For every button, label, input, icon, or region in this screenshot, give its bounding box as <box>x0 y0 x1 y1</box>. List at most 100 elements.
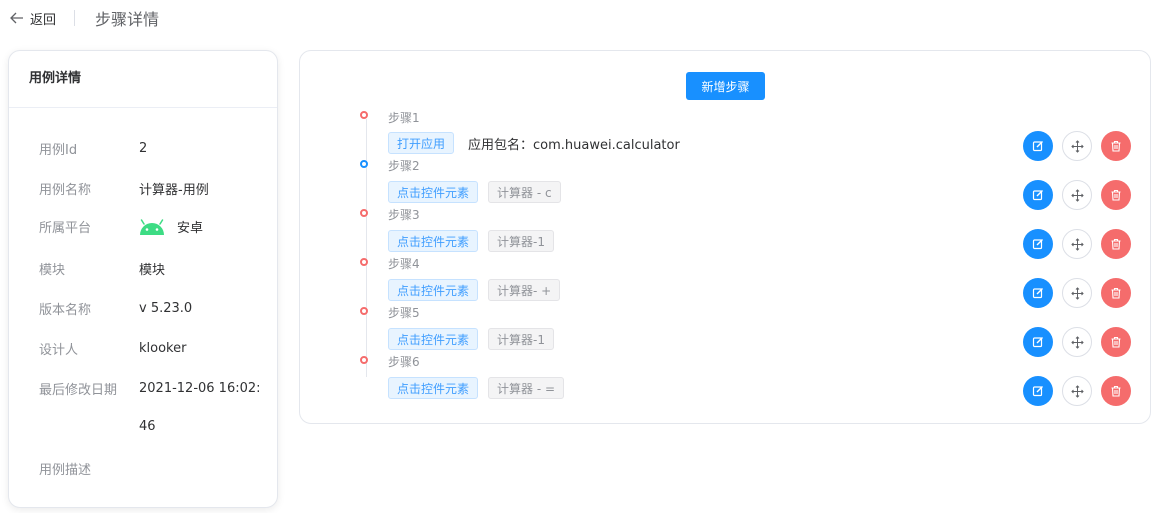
back-button[interactable]: 返回 <box>10 9 56 28</box>
info-label: 设计人 <box>39 343 79 358</box>
step-action-tag: 点击控件元素 <box>388 328 479 350</box>
info-label: 版本名称 <box>39 303 92 318</box>
info-row-module: 模块 模块 <box>39 259 165 278</box>
info-row-modified-cont: 46 <box>39 419 156 434</box>
step-target-tag: 计算器 - = <box>488 377 565 399</box>
case-info-title: 用例详情 <box>9 51 277 108</box>
edit-button[interactable] <box>1023 131 1053 161</box>
move-icon <box>1070 188 1084 202</box>
step-title: 步骤4 <box>388 257 420 271</box>
add-step-button[interactable]: 新增步骤 <box>686 72 765 100</box>
step-target-tag: 计算器 - c <box>488 181 561 203</box>
move-icon <box>1070 237 1084 251</box>
step-actions <box>1023 180 1131 210</box>
info-label: 用例Id <box>39 143 78 158</box>
info-value-platform: 安卓 <box>139 217 203 236</box>
step-content: 打开应用 应用包名：com.huawei.calculator <box>388 132 680 154</box>
delete-icon <box>1111 238 1121 250</box>
info-row-designer: 设计人 klooker <box>39 339 186 358</box>
case-info-card: 用例详情 用例Id 2 用例名称 计算器-用例 所属平台 安卓 模块 模块 版本… <box>8 50 278 508</box>
back-label: 返回 <box>30 12 57 28</box>
move-icon <box>1070 139 1084 153</box>
edit-button[interactable] <box>1023 229 1053 259</box>
edit-button[interactable] <box>1023 327 1053 357</box>
delete-icon <box>1111 287 1121 299</box>
delete-icon <box>1111 189 1121 201</box>
info-row-id: 用例Id 2 <box>39 139 147 158</box>
timeline-dot <box>360 307 368 315</box>
timeline-dot <box>360 258 368 266</box>
move-button[interactable] <box>1062 327 1092 357</box>
edit-button[interactable] <box>1023 376 1053 406</box>
step-title: 步骤6 <box>388 355 420 369</box>
delete-button[interactable] <box>1101 278 1131 308</box>
info-row-name: 用例名称 计算器-用例 <box>39 179 209 198</box>
edit-button[interactable] <box>1023 180 1053 210</box>
step-title: 步骤3 <box>388 208 420 222</box>
timeline-dot <box>360 356 368 364</box>
info-label: 所属平台 <box>39 221 92 236</box>
step-title: 步骤5 <box>388 306 420 320</box>
info-label: 用例描述 <box>39 463 92 478</box>
step-actions <box>1023 131 1131 161</box>
step-target-text: 应用包名：com.huawei.calculator <box>468 137 680 153</box>
info-label: 用例名称 <box>39 183 92 198</box>
step-action-tag: 点击控件元素 <box>388 377 479 399</box>
step-action-tag: 点击控件元素 <box>388 230 479 252</box>
step-actions <box>1023 327 1131 357</box>
step-target-tag: 计算器- + <box>488 279 561 301</box>
step-actions <box>1023 229 1131 259</box>
info-value: 2 <box>139 141 148 156</box>
arrow-left-icon <box>10 12 23 24</box>
timeline-line <box>366 119 367 377</box>
info-row-platform: 所属平台 安卓 <box>39 217 203 236</box>
move-button[interactable] <box>1062 229 1092 259</box>
info-row-version: 版本名称 v 5.23.0 <box>39 299 192 318</box>
edit-button[interactable] <box>1023 278 1053 308</box>
info-row-modified: 最后修改日期 2021-12-06 16:02: <box>39 379 261 398</box>
info-label: 最后修改日期 <box>39 383 118 398</box>
delete-button[interactable] <box>1101 131 1131 161</box>
step-content: 点击控件元素 计算器- + <box>388 279 561 301</box>
edit-icon <box>1032 288 1043 299</box>
step-actions <box>1023 376 1131 406</box>
info-value: 计算器-用例 <box>139 183 209 198</box>
delete-button[interactable] <box>1101 376 1131 406</box>
step-target-tag: 计算器-1 <box>488 328 554 350</box>
step-action-tag: 点击控件元素 <box>388 181 479 203</box>
timeline-dot <box>360 160 368 168</box>
delete-button[interactable] <box>1101 327 1131 357</box>
move-button[interactable] <box>1062 278 1092 308</box>
step-action-tag: 点击控件元素 <box>388 279 479 301</box>
platform-value: 安卓 <box>177 221 204 236</box>
step-action-tag: 打开应用 <box>388 132 455 154</box>
edit-icon <box>1032 141 1043 152</box>
step-content: 点击控件元素 计算器 - c <box>388 181 561 203</box>
move-button[interactable] <box>1062 180 1092 210</box>
step-actions <box>1023 278 1131 308</box>
step-title: 步骤2 <box>388 159 420 173</box>
edit-icon <box>1032 386 1043 397</box>
step-target-tag: 计算器-1 <box>488 230 554 252</box>
header-divider <box>74 10 76 26</box>
android-icon <box>140 218 164 235</box>
move-button[interactable] <box>1062 131 1092 161</box>
timeline-dot <box>360 111 368 119</box>
step-title: 步骤1 <box>388 111 420 125</box>
edit-icon <box>1032 239 1043 250</box>
header: 返回 步骤详情 <box>10 0 159 36</box>
delete-icon <box>1111 336 1121 348</box>
edit-icon <box>1032 337 1043 348</box>
info-value: v 5.23.0 <box>139 301 193 316</box>
step-content: 点击控件元素 计算器-1 <box>388 230 554 252</box>
move-icon <box>1070 335 1084 349</box>
info-label: 模块 <box>39 263 66 278</box>
steps-card: 新增步骤 步骤1 打开应用 应用包名：com.huawei.calculator… <box>299 50 1151 424</box>
delete-button[interactable] <box>1101 229 1131 259</box>
step-content: 点击控件元素 计算器 - = <box>388 377 565 399</box>
move-button[interactable] <box>1062 376 1092 406</box>
delete-button[interactable] <box>1101 180 1131 210</box>
page-title: 步骤详情 <box>95 10 160 29</box>
info-value: 46 <box>139 419 156 434</box>
delete-icon <box>1111 140 1121 152</box>
